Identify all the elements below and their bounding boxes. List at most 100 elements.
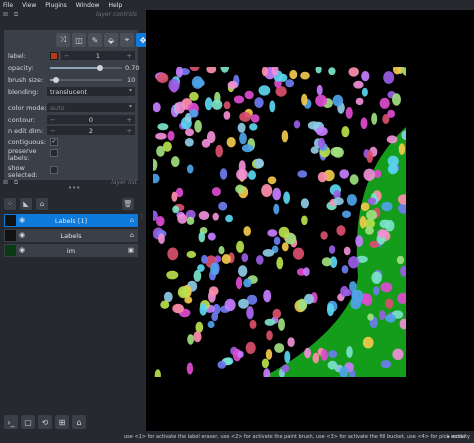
activity-label: activity [451,434,470,440]
shuffle-icon: ⤨ [59,35,67,44]
layer-row-labels-1[interactable]: ◉ Labels [1] ⌂ [4,214,138,227]
home-icon: ⌂ [76,417,82,427]
roll-icon: ⟲ [41,417,49,427]
increment-icon[interactable]: + [127,116,132,124]
blending-row: blending: [8,87,38,97]
label-spinbox[interactable]: − 1 + [61,51,135,60]
menu-window[interactable]: Window [76,2,100,9]
n-edit-dim-value: 2 [88,126,94,135]
paint-brush-icon: ✎ [91,35,99,45]
contiguous-row: contiguous: [8,137,46,147]
brush-size-label: brush size: [8,75,44,84]
grid-icon: ⊞ [58,417,66,427]
layer-controls-panel: ⤨ ◫ ✎ ⬙ ⌖ ✥ label: − 1 + opacity: 0.70 b… [4,30,150,180]
preserve-labels-row: preserve labels: [8,147,37,163]
blending-value: translucent [50,87,87,96]
fill-bucket-button[interactable]: ⬙ [104,33,118,47]
brush-size-value: 10 [127,76,136,84]
contour-value: 0 [88,115,94,124]
decrement-icon[interactable]: − [50,116,55,124]
pick-button[interactable]: ⌖ [120,33,134,47]
new-points-layer-button[interactable]: ⁘ [4,198,16,210]
paint-brush-button[interactable]: ✎ [88,33,102,47]
dock-resize-handle[interactable]: ⋮ [139,214,145,220]
layer-row-labels[interactable]: ◉ Labels ⌂ [4,229,138,242]
left-dock: ⊠ ⧉ layer controls ⤨ ◫ ✎ ⬙ ⌖ ✥ label: − … [0,10,150,430]
color-mode-select[interactable]: auto ▾ [47,103,135,112]
blending-select[interactable]: translucent ▾ [47,87,135,96]
label-row: label: [8,51,26,61]
layer-name: im [66,246,76,255]
increment-icon[interactable]: + [127,127,132,135]
opacity-label: opacity: [8,63,34,72]
menu-file[interactable]: File [3,2,13,9]
shuffle-colors-button[interactable]: ⤨ [56,33,70,47]
blending-label: blending: [8,87,39,96]
brush-size-slider-track[interactable] [50,79,122,81]
contiguous-label: contiguous: [8,137,46,146]
opacity-slider-handle[interactable] [97,65,104,71]
labels-icon: ⌂ [129,231,134,239]
menu-plugins[interactable]: Plugins [45,2,67,9]
chevron-down-icon: ▾ [128,103,132,110]
shapes-icon: ◣ [23,200,29,208]
image-canvas[interactable] [146,10,474,431]
n-edit-dim-spinbox[interactable]: − 2 + [47,126,135,135]
preserve-labels-checkbox[interactable] [50,149,58,157]
console-icon: ›_ [7,417,15,427]
layer-name: Labels [1] [54,216,88,225]
label-value: 1 [95,51,101,60]
layer-list-titlebar: ⊠ ⧉ layer list [0,178,145,188]
contiguous-checkbox[interactable]: ✓ [50,138,58,146]
opacity-value: 0.70 [125,64,140,72]
increment-icon[interactable]: + [127,52,132,60]
delete-layer-button[interactable]: 🗑 [122,198,134,210]
brush-size-slider-handle[interactable] [52,77,59,83]
layer-buttons: ⁘ ◣ ⌂ 🗑 [4,198,138,210]
viewer-buttons: ›_ ▢ ⟲ ⊞ ⌂ [4,415,86,429]
layer-list-title: layer list [111,179,137,186]
layer-controls-title: layer controls [95,11,137,18]
n-edit-dim-label: n edit dim: [8,126,44,135]
chevron-down-icon: ▾ [128,87,132,94]
contour-label: contour: [8,115,36,124]
new-shapes-layer-button[interactable]: ◣ [20,198,32,210]
menu-bar: File View Plugins Window Help [0,0,474,10]
color-mode-label: color mode: [8,103,47,112]
new-labels-layer-button[interactable]: ⌂ [36,198,48,210]
menu-help[interactable]: Help [108,2,122,9]
label-color-swatch [50,52,58,60]
status-bar: use <1> for activate the label eraser, u… [0,431,474,443]
layer-row-im[interactable]: ◉ im ▣ [4,244,138,257]
show-selected-checkbox[interactable] [50,166,58,174]
opacity-row: opacity: [8,63,34,73]
console-button[interactable]: ›_ [4,415,18,429]
layer-controls-titlebar: ⊠ ⧉ layer controls [0,10,145,20]
trash-icon: 🗑 [123,200,133,208]
menu-view[interactable]: View [22,2,36,9]
mode-buttons: ⤨ ◫ ✎ ⬙ ⌖ ✥ [56,33,150,47]
color-mode-value: auto [50,103,65,112]
label-label: label: [8,51,26,60]
fill-bucket-icon: ⬙ [107,35,115,45]
status-message: use <1> for activate the label eraser, u… [124,434,466,440]
decrement-icon[interactable]: − [64,52,69,60]
dock-float-close-icons[interactable]: ⊠ ⧉ [3,11,20,19]
eraser-icon: ◫ [75,35,83,45]
transpose-button[interactable]: ⊞ [55,415,69,429]
activity-indicator[interactable]: ▸ activity [447,434,470,440]
roll-dims-button[interactable]: ⟲ [38,415,52,429]
contour-row: contour: [8,115,35,125]
opacity-slider-fill [50,67,101,69]
contour-spinbox[interactable]: − 0 + [47,115,135,124]
pick-icon: ⌖ [124,35,130,44]
ndisplay-button[interactable]: ▢ [21,415,35,429]
decrement-icon[interactable]: − [50,127,55,135]
color-mode-row: color mode: [8,103,47,113]
eraser-button[interactable]: ◫ [72,33,86,47]
home-button[interactable]: ⌂ [72,415,86,429]
dock-float-close-icons[interactable]: ⊠ ⧉ [3,179,20,187]
show-selected-label: show selected: [8,164,38,179]
brush-size-row: brush size: [8,75,43,85]
points-icon: ⁘ [7,200,13,208]
